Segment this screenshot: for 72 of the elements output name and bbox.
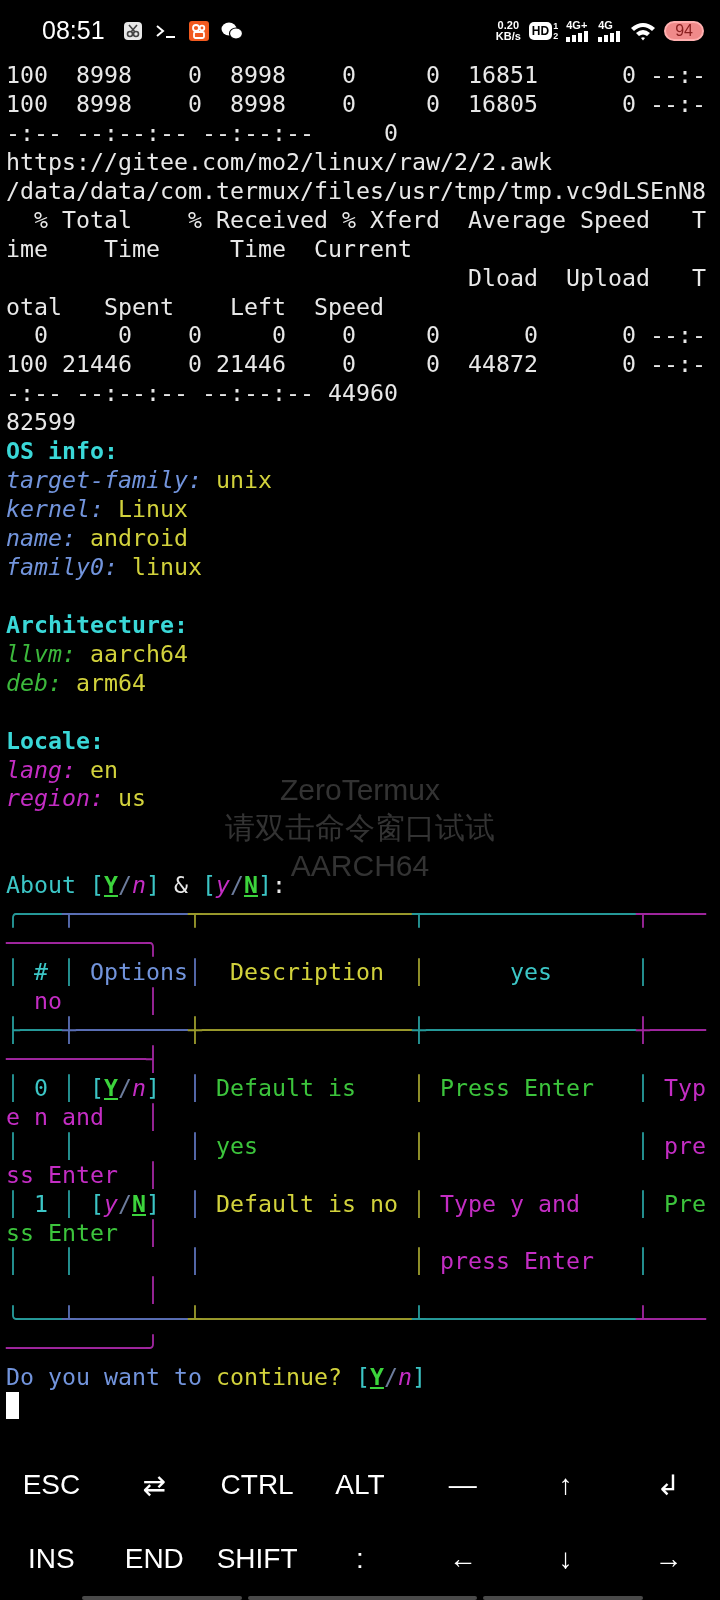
key-button[interactable]: END	[108, 1529, 200, 1589]
key-button[interactable]: ↲	[623, 1455, 714, 1515]
terminal-line: ──────────╯	[6, 1334, 160, 1364]
terminal-line: About [Y/n] & [y/N]:	[6, 871, 286, 901]
terminal-line: 100 21446 0 21446 0 0 44872 0 --:-	[6, 350, 706, 380]
network-type: 4G+	[566, 19, 588, 31]
terminal-line: llvm: aarch64	[6, 639, 188, 669]
terminal-line: │ # │ Options│ Description │ yes │	[6, 958, 650, 987]
terminal-line: ──────────┤	[6, 1044, 160, 1074]
terminal-line: 100 8998 0 8998 0 0 16805 0 --:-	[6, 89, 706, 119]
terminal-line: Architecture:	[6, 610, 188, 640]
hd-badge: HD	[528, 21, 553, 40]
terminal-line: deb: arm64	[6, 668, 146, 698]
key-button[interactable]: ALT	[314, 1455, 406, 1515]
terminal-line: OS info:	[6, 437, 118, 467]
wifi-icon	[630, 20, 657, 41]
key-button[interactable]: ESC	[6, 1455, 97, 1515]
terminal-line: region: us	[6, 784, 146, 814]
terminal-line: target-family: unix	[6, 466, 272, 496]
key-button[interactable]: :	[314, 1529, 406, 1589]
sim-number: 1	[553, 20, 559, 31]
terminal-line: 82599	[6, 408, 76, 438]
terminal-line: % Total % Received % Xferd Average Speed T	[33, 205, 706, 235]
terminal-line: ime Time Time Current	[6, 234, 412, 264]
terminal-line: │ 0 │ [Y/n] │ Default is │ Press Enter │ Typ	[6, 1073, 706, 1103]
key-button[interactable]: —	[417, 1455, 509, 1515]
terminal-line: -:-- --:--:-- --:--:-- 0	[6, 118, 398, 148]
terminal-line: │ 1 │ [y/N] │ Default is no │ Type y and │ Pre	[6, 1189, 706, 1219]
terminal-line: kernel: Linux	[6, 495, 188, 524]
key-button[interactable]: CTRL	[211, 1455, 303, 1515]
signal-icon	[598, 30, 623, 42]
key-button[interactable]: ←	[417, 1529, 509, 1589]
key-button[interactable]: ↑	[520, 1455, 612, 1515]
terminal-line: │ │ │ │ press Enter │	[6, 1247, 650, 1276]
terminal-line: e n and │	[6, 1102, 160, 1132]
network-type: 4G	[598, 19, 613, 31]
key-button[interactable]: INS	[6, 1529, 97, 1589]
terminal-line: -:-- --:--:-- --:--:-- 44960	[6, 379, 398, 409]
terminal-line: /data/data/com.termux/files/usr/tmp/tmp.vc9dLSEnN8	[6, 176, 706, 206]
terminal-line: Dload Upload T	[466, 263, 706, 293]
terminal-line: ╭───┬────────┬───────────────┬───────────────┬────	[6, 900, 706, 930]
terminal-line: ss Enter │	[6, 1218, 160, 1247]
key-button[interactable]: ⇄	[108, 1455, 200, 1515]
battery-level: 94	[664, 20, 704, 41]
key-button[interactable]: →	[623, 1529, 714, 1589]
key-button[interactable]: ↓	[520, 1529, 612, 1589]
speed-value: 0.20	[497, 19, 519, 31]
clock: 08:51	[42, 16, 105, 45]
terminal-line: name: android	[6, 524, 188, 553]
sim-number: 2	[553, 30, 559, 41]
speed-unit: KB/s	[495, 30, 521, 42]
terminal-line: Do you want to continue? [Y/n]	[6, 1363, 426, 1393]
app-icon	[188, 20, 209, 41]
terminal-line: ╰───┴────────┴───────────────┴───────────────┴────	[6, 1305, 706, 1334]
terminal-line: lang: en	[6, 755, 118, 785]
terminal-line: Locale:	[6, 726, 104, 756]
text-cursor	[6, 1392, 19, 1420]
terminal-line: no │	[33, 987, 160, 1016]
terminal-line: ──────────╮	[6, 929, 160, 958]
terminal-line: ss Enter │	[6, 1160, 160, 1190]
terminal-line: 0 0 0 0 0 0 0 0 --:-	[33, 321, 706, 351]
terminal-line: │	[144, 1276, 160, 1305]
terminal-line: ├───┼────────┼───────────────┼───────────────┼────	[6, 1015, 706, 1045]
chat-bubbles-icon	[220, 20, 243, 41]
terminal-line: https://gitee.com/mo2/linux/raw/2/2.awk	[6, 147, 552, 177]
terminal-line: │ │ │ yes │ │ pre	[6, 1131, 706, 1161]
key-button[interactable]: SHIFT	[211, 1529, 303, 1589]
signal-icon	[566, 30, 591, 42]
terminal-line: 100 8998 0 8998 0 0 16851 0 --:-	[6, 61, 706, 90]
terminal-line: otal Spent Left Speed	[6, 292, 384, 322]
scissors-icon	[122, 20, 143, 41]
terminal-line: family0: linux	[6, 552, 202, 582]
